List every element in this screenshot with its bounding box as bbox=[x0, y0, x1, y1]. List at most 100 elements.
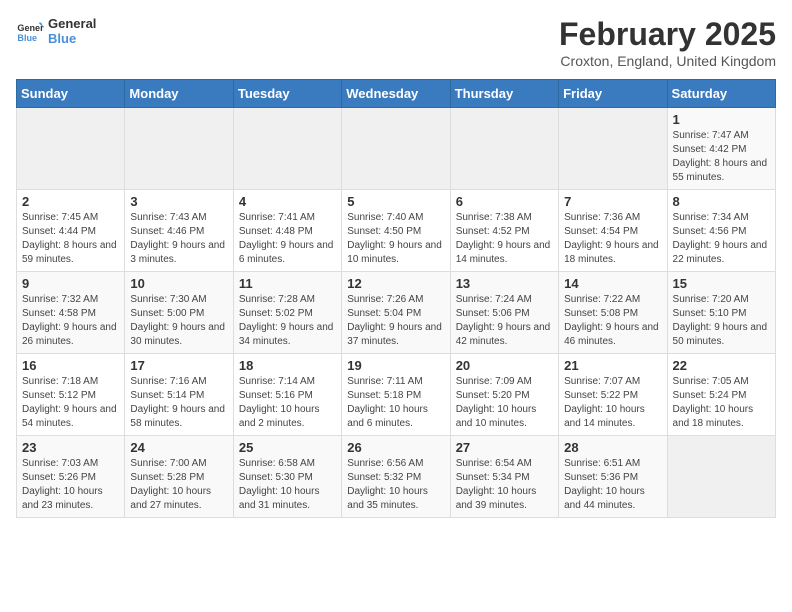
day-info: Sunrise: 7:32 AM Sunset: 4:58 PM Dayligh… bbox=[22, 293, 119, 349]
day-info: Sunrise: 6:56 AM Sunset: 5:32 PM Dayligh… bbox=[347, 457, 444, 513]
calendar-cell: 20Sunrise: 7:09 AM Sunset: 5:20 PM Dayli… bbox=[450, 354, 558, 436]
day-info: Sunrise: 7:14 AM Sunset: 5:16 PM Dayligh… bbox=[239, 375, 336, 431]
day-number: 2 bbox=[22, 194, 119, 209]
calendar-cell: 16Sunrise: 7:18 AM Sunset: 5:12 PM Dayli… bbox=[17, 354, 125, 436]
calendar-cell: 10 Sunrise: 7:30 AM Sunset: 5:00 PM Dayli… bbox=[125, 272, 233, 354]
header-day-monday: Monday bbox=[125, 80, 233, 108]
day-number: 13 bbox=[456, 276, 553, 291]
day-number: 21 bbox=[564, 358, 661, 373]
day-info: Sunrise: 7:34 AM Sunset: 4:56 PM Dayligh… bbox=[673, 211, 770, 267]
calendar-cell: 9Sunrise: 7:32 AM Sunset: 4:58 PM Daylig… bbox=[17, 272, 125, 354]
day-info: Sunrise: 6:51 AM Sunset: 5:36 PM Dayligh… bbox=[564, 457, 661, 513]
calendar-cell: 23 Sunrise: 7:03 AM Sunset: 5:26 PM Dayli… bbox=[17, 436, 125, 518]
day-info: Sunrise: 6:54 AM Sunset: 5:34 PM Dayligh… bbox=[456, 457, 553, 513]
svg-text:General: General bbox=[17, 23, 44, 33]
month-title: February 2025 bbox=[559, 16, 776, 53]
calendar-week-row: 1 Sunrise: 7:47 AM Sunset: 4:42 PM Daylig… bbox=[17, 108, 776, 190]
logo-line2: Blue bbox=[48, 31, 96, 46]
calendar-week-row: 2 Sunrise: 7:45 AM Sunset: 4:44 PM Daylig… bbox=[17, 190, 776, 272]
day-number: 28 bbox=[564, 440, 661, 455]
day-number: 17 bbox=[130, 358, 227, 373]
svg-text:Blue: Blue bbox=[17, 33, 37, 43]
calendar-cell: 7 Sunrise: 7:36 AM Sunset: 4:54 PM Daylig… bbox=[559, 190, 667, 272]
day-number: 23 bbox=[22, 440, 119, 455]
day-info: Sunrise: 7:40 AM Sunset: 4:50 PM Dayligh… bbox=[347, 211, 444, 267]
day-number: 3 bbox=[130, 194, 227, 209]
day-info: Sunrise: 7:41 AM Sunset: 4:48 PM Dayligh… bbox=[239, 211, 336, 267]
day-info: Sunrise: 7:36 AM Sunset: 4:54 PM Dayligh… bbox=[564, 211, 661, 267]
calendar-cell: 22 Sunrise: 7:05 AM Sunset: 5:24 PM Dayli… bbox=[667, 354, 775, 436]
day-number: 24 bbox=[130, 440, 227, 455]
calendar-table: SundayMondayTuesdayWednesdayThursdayFrid… bbox=[16, 79, 776, 518]
day-info: Sunrise: 7:26 AM Sunset: 5:04 PM Dayligh… bbox=[347, 293, 444, 349]
day-number: 10 bbox=[130, 276, 227, 291]
header-day-thursday: Thursday bbox=[450, 80, 558, 108]
calendar-cell: 21Sunrise: 7:07 AM Sunset: 5:22 PM Dayli… bbox=[559, 354, 667, 436]
logo-icon: General Blue bbox=[16, 17, 44, 45]
title-block: February 2025 Croxton, England, United K… bbox=[559, 16, 776, 69]
day-info: Sunrise: 7:18 AM Sunset: 5:12 PM Dayligh… bbox=[22, 375, 119, 431]
calendar-cell: 4 Sunrise: 7:41 AM Sunset: 4:48 PM Daylig… bbox=[233, 190, 341, 272]
day-info: Sunrise: 7:22 AM Sunset: 5:08 PM Dayligh… bbox=[564, 293, 661, 349]
calendar-cell bbox=[125, 108, 233, 190]
day-info: Sunrise: 7:11 AM Sunset: 5:18 PM Dayligh… bbox=[347, 375, 444, 431]
day-number: 25 bbox=[239, 440, 336, 455]
calendar-cell: 5 Sunrise: 7:40 AM Sunset: 4:50 PM Daylig… bbox=[342, 190, 450, 272]
calendar-cell: 14Sunrise: 7:22 AM Sunset: 5:08 PM Dayli… bbox=[559, 272, 667, 354]
day-number: 1 bbox=[673, 112, 770, 127]
day-info: Sunrise: 7:47 AM Sunset: 4:42 PM Dayligh… bbox=[673, 129, 770, 185]
calendar-cell: 11 Sunrise: 7:28 AM Sunset: 5:02 PM Dayli… bbox=[233, 272, 341, 354]
calendar-week-row: 23 Sunrise: 7:03 AM Sunset: 5:26 PM Dayli… bbox=[17, 436, 776, 518]
day-info: Sunrise: 6:58 AM Sunset: 5:30 PM Dayligh… bbox=[239, 457, 336, 513]
day-number: 22 bbox=[673, 358, 770, 373]
day-number: 7 bbox=[564, 194, 661, 209]
day-number: 4 bbox=[239, 194, 336, 209]
calendar-cell bbox=[233, 108, 341, 190]
day-number: 20 bbox=[456, 358, 553, 373]
page-header: General Blue General Blue February 2025 … bbox=[16, 16, 776, 69]
calendar-cell bbox=[450, 108, 558, 190]
day-info: Sunrise: 7:28 AM Sunset: 5:02 PM Dayligh… bbox=[239, 293, 336, 349]
location: Croxton, England, United Kingdom bbox=[559, 53, 776, 69]
day-info: Sunrise: 7:20 AM Sunset: 5:10 PM Dayligh… bbox=[673, 293, 770, 349]
calendar-cell bbox=[17, 108, 125, 190]
calendar-cell: 24 Sunrise: 7:00 AM Sunset: 5:28 PM Dayli… bbox=[125, 436, 233, 518]
calendar-header-row: SundayMondayTuesdayWednesdayThursdayFrid… bbox=[17, 80, 776, 108]
calendar-cell bbox=[667, 436, 775, 518]
day-info: Sunrise: 7:45 AM Sunset: 4:44 PM Dayligh… bbox=[22, 211, 119, 267]
day-info: Sunrise: 7:03 AM Sunset: 5:26 PM Dayligh… bbox=[22, 457, 119, 513]
calendar-cell: 18Sunrise: 7:14 AM Sunset: 5:16 PM Dayli… bbox=[233, 354, 341, 436]
logo-wordmark: General Blue bbox=[48, 16, 96, 46]
calendar-cell: 8Sunrise: 7:34 AM Sunset: 4:56 PM Daylig… bbox=[667, 190, 775, 272]
day-number: 11 bbox=[239, 276, 336, 291]
day-info: Sunrise: 7:24 AM Sunset: 5:06 PM Dayligh… bbox=[456, 293, 553, 349]
logo: General Blue General Blue bbox=[16, 16, 96, 46]
calendar-cell: 2 Sunrise: 7:45 AM Sunset: 4:44 PM Daylig… bbox=[17, 190, 125, 272]
calendar-cell: 13 Sunrise: 7:24 AM Sunset: 5:06 PM Dayli… bbox=[450, 272, 558, 354]
day-info: Sunrise: 7:38 AM Sunset: 4:52 PM Dayligh… bbox=[456, 211, 553, 267]
calendar-week-row: 16Sunrise: 7:18 AM Sunset: 5:12 PM Dayli… bbox=[17, 354, 776, 436]
calendar-cell: 3Sunrise: 7:43 AM Sunset: 4:46 PM Daylig… bbox=[125, 190, 233, 272]
calendar-cell: 15 Sunrise: 7:20 AM Sunset: 5:10 PM Dayli… bbox=[667, 272, 775, 354]
day-number: 27 bbox=[456, 440, 553, 455]
logo-line1: General bbox=[48, 16, 96, 31]
day-info: Sunrise: 7:30 AM Sunset: 5:00 PM Dayligh… bbox=[130, 293, 227, 349]
day-info: Sunrise: 7:00 AM Sunset: 5:28 PM Dayligh… bbox=[130, 457, 227, 513]
day-number: 19 bbox=[347, 358, 444, 373]
day-number: 12 bbox=[347, 276, 444, 291]
day-info: Sunrise: 7:05 AM Sunset: 5:24 PM Dayligh… bbox=[673, 375, 770, 431]
calendar-cell bbox=[559, 108, 667, 190]
header-day-saturday: Saturday bbox=[667, 80, 775, 108]
calendar-cell: 6 Sunrise: 7:38 AM Sunset: 4:52 PM Daylig… bbox=[450, 190, 558, 272]
header-day-friday: Friday bbox=[559, 80, 667, 108]
day-number: 26 bbox=[347, 440, 444, 455]
header-day-tuesday: Tuesday bbox=[233, 80, 341, 108]
calendar-cell: 19 Sunrise: 7:11 AM Sunset: 5:18 PM Dayli… bbox=[342, 354, 450, 436]
day-number: 15 bbox=[673, 276, 770, 291]
day-number: 5 bbox=[347, 194, 444, 209]
day-number: 6 bbox=[456, 194, 553, 209]
calendar-cell: 28 Sunrise: 6:51 AM Sunset: 5:36 PM Dayli… bbox=[559, 436, 667, 518]
calendar-cell: 25 Sunrise: 6:58 AM Sunset: 5:30 PM Dayli… bbox=[233, 436, 341, 518]
calendar-cell: 17Sunrise: 7:16 AM Sunset: 5:14 PM Dayli… bbox=[125, 354, 233, 436]
calendar-cell: 12 Sunrise: 7:26 AM Sunset: 5:04 PM Dayli… bbox=[342, 272, 450, 354]
